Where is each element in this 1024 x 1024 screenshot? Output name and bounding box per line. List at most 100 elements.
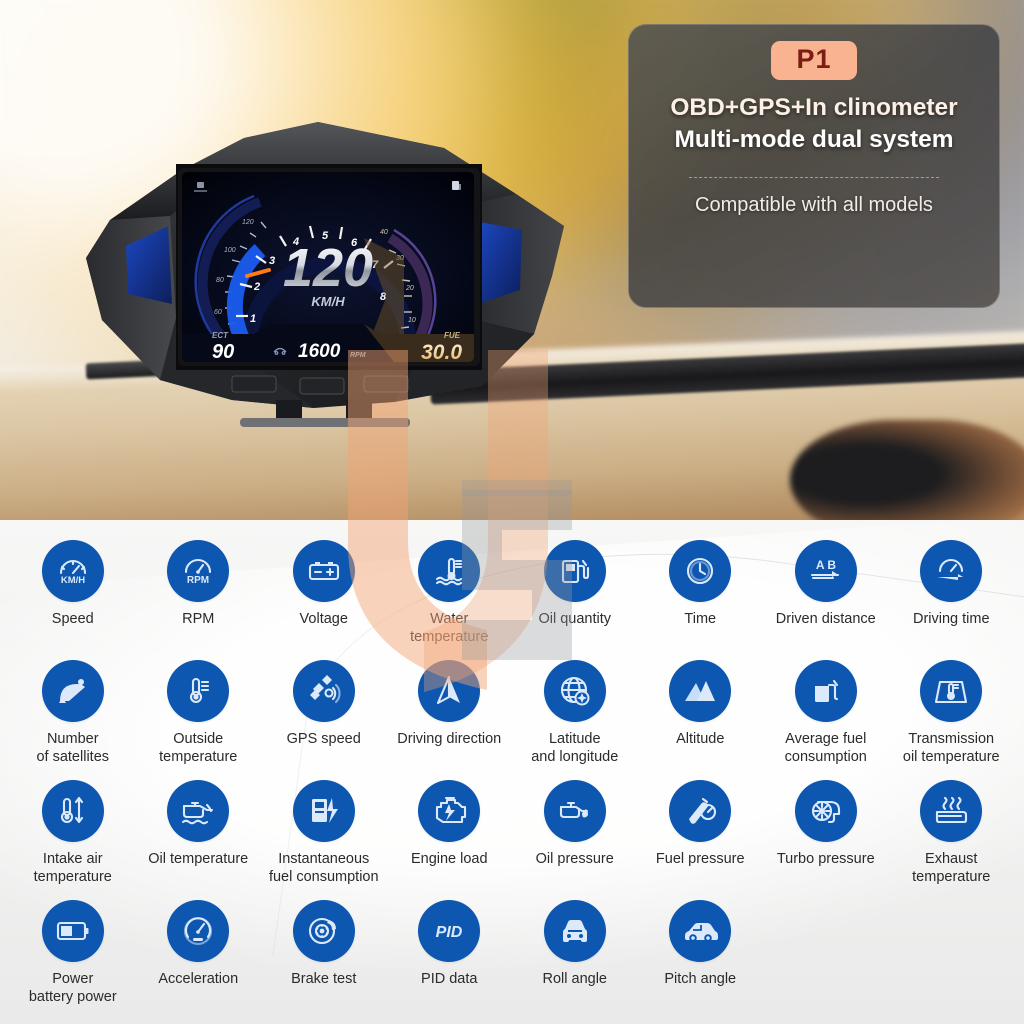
water-temperature-icon bbox=[418, 540, 481, 602]
feature-item: Outside temperature bbox=[136, 660, 262, 780]
feature-item: Roll angle bbox=[512, 900, 638, 1020]
feature-label: Brake test bbox=[291, 971, 357, 987]
feature-label: Water temperature bbox=[410, 611, 489, 645]
button-right bbox=[363, 375, 409, 393]
engine-bolt-icon bbox=[418, 780, 481, 842]
fuel-pump-average-icon bbox=[794, 660, 857, 722]
feature-label: Driving time bbox=[912, 611, 990, 627]
car-side-icon bbox=[669, 900, 732, 962]
feature-label: Time bbox=[684, 611, 717, 627]
feature-grid: KM/H Speed RPM RPM Voltage Water temperature Oi… bbox=[0, 520, 1024, 1020]
feature-label: Acceleration bbox=[158, 971, 239, 987]
speed-value: 120 bbox=[283, 238, 373, 298]
gauge-arrow-icon bbox=[920, 540, 983, 602]
svg-text:120: 120 bbox=[242, 219, 254, 226]
feature-item: Exhaust temperature bbox=[889, 780, 1015, 900]
svg-text:KM/H: KM/H bbox=[61, 575, 85, 586]
promo-card: P1 OBD+GPS+In clinometer Multi-mode dual… bbox=[628, 24, 1000, 308]
feature-label: GPS speed bbox=[286, 731, 361, 747]
feature-label: PID data bbox=[421, 971, 478, 987]
feature-item: PID PID data bbox=[387, 900, 513, 1020]
feature-item: RPM RPM bbox=[136, 540, 262, 660]
satellite-signal-icon bbox=[292, 660, 355, 722]
car-front-icon bbox=[543, 900, 606, 962]
feature-label: Exhaust temperature bbox=[912, 851, 991, 885]
satellite-dish-icon bbox=[41, 660, 104, 722]
promo-divider bbox=[689, 176, 939, 178]
fuel-nozzle-gauge-icon bbox=[669, 780, 732, 842]
feature-item: Turbo pressure bbox=[763, 780, 889, 900]
turbocharger-icon bbox=[794, 780, 857, 842]
feature-item: Transmission oil temperature bbox=[889, 660, 1015, 780]
fuel-pump-bolt-icon bbox=[292, 780, 355, 842]
feature-item: GPS speed bbox=[261, 660, 387, 780]
feature-item: Oil temperature bbox=[136, 780, 262, 900]
svg-text:100: 100 bbox=[224, 247, 236, 254]
model-badge: P1 bbox=[771, 41, 857, 80]
feature-label: Power battery power bbox=[28, 971, 117, 1005]
rpm-value: 1600 bbox=[298, 341, 341, 362]
promo-subtitle: Compatible with all models bbox=[695, 193, 933, 216]
svg-text:PID: PID bbox=[436, 924, 463, 941]
fuel-telltale bbox=[452, 181, 461, 190]
feature-item: Oil pressure bbox=[512, 780, 638, 900]
a-to-b-arrow-icon: A B bbox=[794, 540, 857, 602]
feature-item: Driving time bbox=[889, 540, 1015, 660]
feature-label: Driven distance bbox=[775, 611, 876, 627]
feature-item: KM/H Speed bbox=[10, 540, 136, 660]
hud-device: 40 60 80 100 120 bbox=[64, 108, 584, 428]
svg-text:1: 1 bbox=[250, 313, 256, 325]
feature-label: Oil quantity bbox=[538, 611, 612, 627]
svg-text:40: 40 bbox=[380, 229, 388, 236]
feature-item: Average fuel consumption bbox=[763, 660, 889, 780]
feature-label: Fuel pressure bbox=[655, 851, 745, 867]
speedometer-rpm-icon: RPM bbox=[167, 540, 230, 602]
thermometer-icon bbox=[167, 660, 230, 722]
svg-text:80: 80 bbox=[216, 277, 224, 284]
button-left bbox=[231, 375, 277, 393]
feature-label: Driving direction bbox=[397, 731, 502, 747]
oil-can-drop-icon bbox=[543, 780, 606, 842]
feature-item: Number of satellites bbox=[10, 660, 136, 780]
feature-label: RPM bbox=[182, 611, 215, 627]
feature-label: Altitude bbox=[676, 731, 725, 747]
fuel-value: 30.0 bbox=[421, 341, 462, 364]
svg-text:RPM: RPM bbox=[187, 575, 209, 586]
svg-text:20: 20 bbox=[405, 285, 414, 292]
svg-text:60: 60 bbox=[214, 309, 222, 316]
promo-headline-2: Multi-mode dual system bbox=[674, 126, 954, 154]
transmission-temp-icon bbox=[920, 660, 983, 722]
navigation-arrow-icon bbox=[418, 660, 481, 722]
feature-item: Driving direction bbox=[387, 660, 513, 780]
feature-item: Brake test bbox=[261, 900, 387, 1020]
rpm-unit: RPM bbox=[350, 352, 366, 359]
button-center bbox=[299, 377, 345, 395]
feature-label: Average fuel consumption bbox=[784, 731, 867, 765]
brake-disc-icon bbox=[292, 900, 355, 962]
svg-text:3: 3 bbox=[269, 255, 275, 267]
speedometer-kmh-icon: KM/H bbox=[41, 540, 104, 602]
oil-can-waves-icon bbox=[167, 780, 230, 842]
intake-air-temp-icon bbox=[41, 780, 104, 842]
feature-label: Number of satellites bbox=[36, 731, 110, 765]
feature-label: Turbo pressure bbox=[776, 851, 875, 867]
promo-headline-1: OBD+GPS+In clinometer bbox=[670, 94, 958, 121]
feature-item: Fuel pressure bbox=[638, 780, 764, 900]
feature-item: Instantaneous fuel consumption bbox=[261, 780, 387, 900]
fuel-pump-icon bbox=[543, 540, 606, 602]
svg-text:2: 2 bbox=[253, 281, 260, 293]
feature-item: Altitude bbox=[638, 660, 764, 780]
mountains-icon bbox=[669, 660, 732, 722]
feature-label: Intake air temperature bbox=[33, 851, 112, 885]
ect-label: ECT bbox=[212, 331, 229, 340]
feature-label: Roll angle bbox=[542, 971, 608, 987]
battery-voltage-icon bbox=[292, 540, 355, 602]
fuel-label: FUE bbox=[444, 331, 461, 340]
feature-label: Outside temperature bbox=[159, 731, 238, 765]
feature-item: Power battery power bbox=[10, 900, 136, 1020]
feature-item: Water temperature bbox=[387, 540, 513, 660]
clock-icon bbox=[669, 540, 732, 602]
ect-value: 90 bbox=[212, 341, 234, 363]
feature-label: Engine load bbox=[410, 851, 488, 867]
acceleration-gauge-icon bbox=[167, 900, 230, 962]
